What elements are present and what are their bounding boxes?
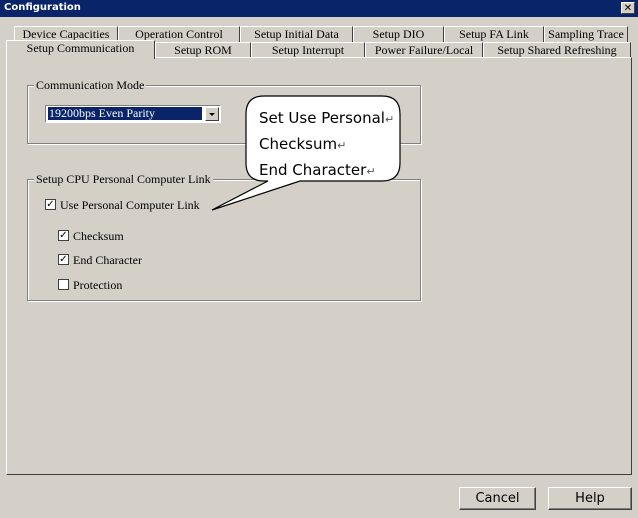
- callout-bubble: [211, 95, 401, 211]
- callout-line-2: Checksum↵: [259, 132, 394, 158]
- callout-line-3: End Character↵: [259, 158, 394, 184]
- callout-text: Set Use Personal↵ Checksum↵ End Characte…: [259, 106, 394, 184]
- callout-line-1: Set Use Personal↵: [259, 106, 394, 132]
- callout-line-2-text: Checksum: [259, 135, 338, 153]
- callout-line-1-text: Set Use Personal: [259, 109, 385, 127]
- callout-line-3-text: End Character: [259, 161, 367, 179]
- paragraph-mark-icon: ↵: [337, 139, 347, 152]
- paragraph-mark-icon: ↵: [384, 113, 395, 126]
- paragraph-mark-icon: ↵: [366, 165, 376, 178]
